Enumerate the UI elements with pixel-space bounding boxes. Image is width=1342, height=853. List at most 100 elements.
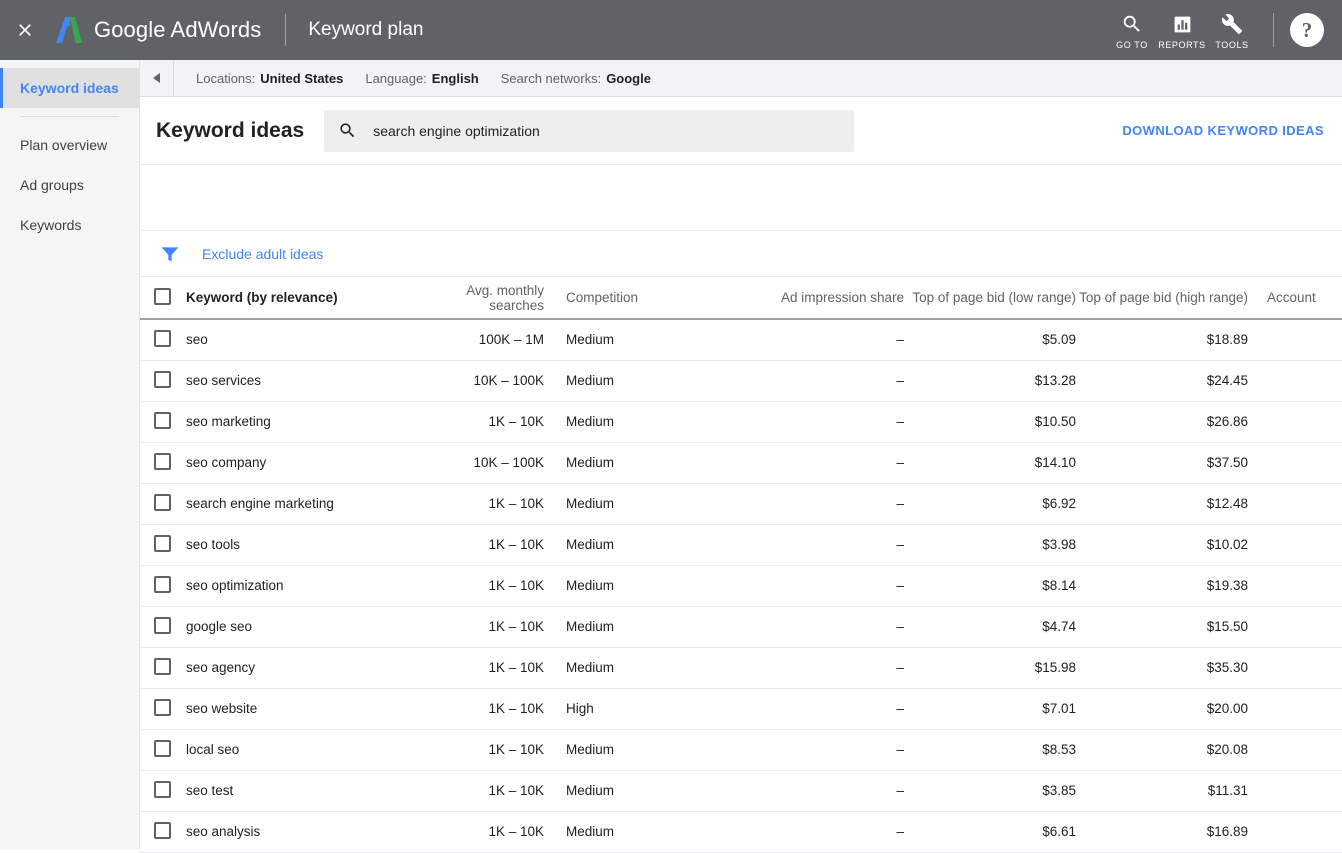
row-checkbox[interactable] [153, 698, 171, 716]
language-value: English [431, 70, 479, 86]
cell-bid-low: $8.14 [904, 565, 1076, 607]
table-row[interactable]: seo company 10K – 100K Medium – $14.10 $37.50 [140, 442, 1342, 484]
cell-account [1248, 688, 1342, 730]
table-row[interactable]: seo agency 1K – 10K Medium – $15.98 $35.30 [140, 647, 1342, 689]
cell-account [1248, 811, 1342, 853]
help-button[interactable]: ? [1290, 13, 1324, 47]
col-competition[interactable]: Competition [544, 277, 744, 320]
col-top-of-page-bid-low[interactable]: Top of page bid (low range) [904, 277, 1076, 320]
row-checkbox[interactable] [153, 575, 171, 593]
sidebar-item-keyword-ideas[interactable]: Keyword ideas [0, 68, 139, 108]
locations-chip[interactable]: Locations: United States [196, 71, 343, 86]
sidebar-item-label: Plan overview [20, 137, 108, 153]
tools-button[interactable]: TOOLS [1207, 0, 1257, 60]
row-checkbox-cell[interactable] [140, 483, 184, 525]
sidebar-item-ad-groups[interactable]: Ad groups [0, 165, 139, 205]
sidebar-item-keywords[interactable]: Keywords [0, 205, 139, 245]
row-checkbox-cell[interactable] [140, 442, 184, 484]
cell-ad-impression-share: – [744, 811, 904, 853]
cell-bid-high: $20.00 [1076, 688, 1248, 730]
row-checkbox-cell[interactable] [140, 524, 184, 566]
sidebar-item-plan-overview[interactable]: Plan overview [0, 125, 139, 165]
cell-keyword: seo analysis [184, 811, 439, 853]
search-icon [1121, 11, 1143, 35]
row-checkbox-cell[interactable] [140, 401, 184, 443]
row-checkbox[interactable] [153, 739, 171, 757]
table-row[interactable]: seo tools 1K – 10K Medium – $3.98 $10.02 [140, 524, 1342, 566]
cell-keyword: seo test [184, 770, 439, 812]
goto-button[interactable]: GO TO [1107, 0, 1157, 60]
cell-ad-impression-share: – [744, 565, 904, 607]
search-row: Keyword ideas search engine optimization… [140, 97, 1342, 165]
row-checkbox[interactable] [153, 411, 171, 429]
row-checkbox-cell[interactable] [140, 647, 184, 689]
cell-ad-impression-share: – [744, 770, 904, 812]
row-checkbox[interactable] [153, 780, 171, 798]
sidebar-item-label: Keywords [20, 217, 82, 233]
table-row[interactable]: local seo 1K – 10K Medium – $8.53 $20.08 [140, 729, 1342, 771]
col-ad-impression-share[interactable]: Ad impression share [744, 277, 904, 320]
close-icon [19, 24, 31, 36]
row-checkbox[interactable] [153, 452, 171, 470]
col-top-of-page-bid-high[interactable]: Top of page bid (high range) [1076, 277, 1248, 320]
collapse-panel-button[interactable] [140, 59, 174, 97]
targeting-settings-bar: Locations: United States Language: Engli… [140, 59, 1342, 97]
exclude-adult-ideas-button[interactable]: Exclude adult ideas [202, 246, 323, 262]
table-row[interactable]: seo 100K – 1M Medium – $5.09 $18.89 [140, 319, 1342, 361]
funnel-icon[interactable] [160, 244, 180, 264]
filters-row: Exclude adult ideas [140, 231, 1342, 277]
row-checkbox-cell[interactable] [140, 811, 184, 853]
download-keyword-ideas-button[interactable]: DOWNLOAD KEYWORD IDEAS [1122, 123, 1324, 138]
sidebar-item-label: Keyword ideas [20, 80, 119, 96]
row-checkbox-cell[interactable] [140, 319, 184, 361]
row-checkbox-cell[interactable] [140, 729, 184, 771]
language-chip[interactable]: Language: English [365, 71, 478, 86]
cell-bid-low: $3.85 [904, 770, 1076, 812]
brand-logo[interactable]: Google AdWords [54, 16, 261, 44]
search-networks-chip[interactable]: Search networks: Google [501, 71, 651, 86]
cell-account [1248, 729, 1342, 771]
cell-account [1248, 565, 1342, 607]
row-checkbox[interactable] [153, 616, 171, 634]
search-networks-value: Google [606, 70, 651, 86]
app-header: Google AdWords Keyword plan GO TO REPORT… [0, 0, 1342, 60]
tools-label: TOOLS [1215, 39, 1249, 50]
select-all-checkbox[interactable] [153, 287, 171, 305]
col-account[interactable]: Account [1248, 277, 1342, 320]
col-avg-monthly-searches[interactable]: Avg. monthly searches [439, 277, 544, 320]
cell-competition: Medium [544, 729, 744, 771]
cell-account [1248, 319, 1342, 361]
col-keyword[interactable]: Keyword (by relevance) [184, 277, 439, 320]
cell-bid-low: $13.28 [904, 360, 1076, 402]
row-checkbox-cell[interactable] [140, 688, 184, 730]
cell-avg-monthly-searches: 1K – 10K [439, 606, 544, 648]
row-checkbox[interactable] [153, 657, 171, 675]
table-row[interactable]: google seo 1K – 10K Medium – $4.74 $15.50 [140, 606, 1342, 648]
sidebar-item-label: Ad groups [20, 177, 84, 193]
table-row[interactable]: seo website 1K – 10K High – $7.01 $20.00 [140, 688, 1342, 730]
cell-competition: Medium [544, 524, 744, 566]
search-input[interactable]: search engine optimization [324, 109, 855, 152]
table-row[interactable]: search engine marketing 1K – 10K Medium – $6… [140, 483, 1342, 525]
cell-account [1248, 360, 1342, 402]
table-row[interactable]: seo marketing 1K – 10K Medium – $10.50 $26.86 [140, 401, 1342, 443]
cell-bid-high: $26.86 [1076, 401, 1248, 443]
header-tools: GO TO REPORTS TOOLS ? [1107, 0, 1342, 60]
close-button[interactable] [0, 0, 50, 60]
row-checkbox[interactable] [153, 329, 171, 347]
table-row[interactable]: seo optimization 1K – 10K Medium – $8.14 $19.… [140, 565, 1342, 607]
cell-ad-impression-share: – [744, 442, 904, 484]
row-checkbox-cell[interactable] [140, 606, 184, 648]
table-row[interactable]: seo test 1K – 10K Medium – $3.85 $11.31 [140, 770, 1342, 812]
row-checkbox-cell[interactable] [140, 360, 184, 402]
table-row[interactable]: seo analysis 1K – 10K Medium – $6.61 $16.89 [140, 811, 1342, 853]
reports-button[interactable]: REPORTS [1157, 0, 1207, 60]
row-checkbox-cell[interactable] [140, 770, 184, 812]
row-checkbox[interactable] [153, 370, 171, 388]
row-checkbox-cell[interactable] [140, 565, 184, 607]
cell-ad-impression-share: – [744, 319, 904, 361]
row-checkbox[interactable] [153, 534, 171, 552]
row-checkbox[interactable] [153, 493, 171, 511]
row-checkbox[interactable] [153, 821, 171, 839]
table-row[interactable]: seo services 10K – 100K Medium – $13.28 $24.4… [140, 360, 1342, 402]
